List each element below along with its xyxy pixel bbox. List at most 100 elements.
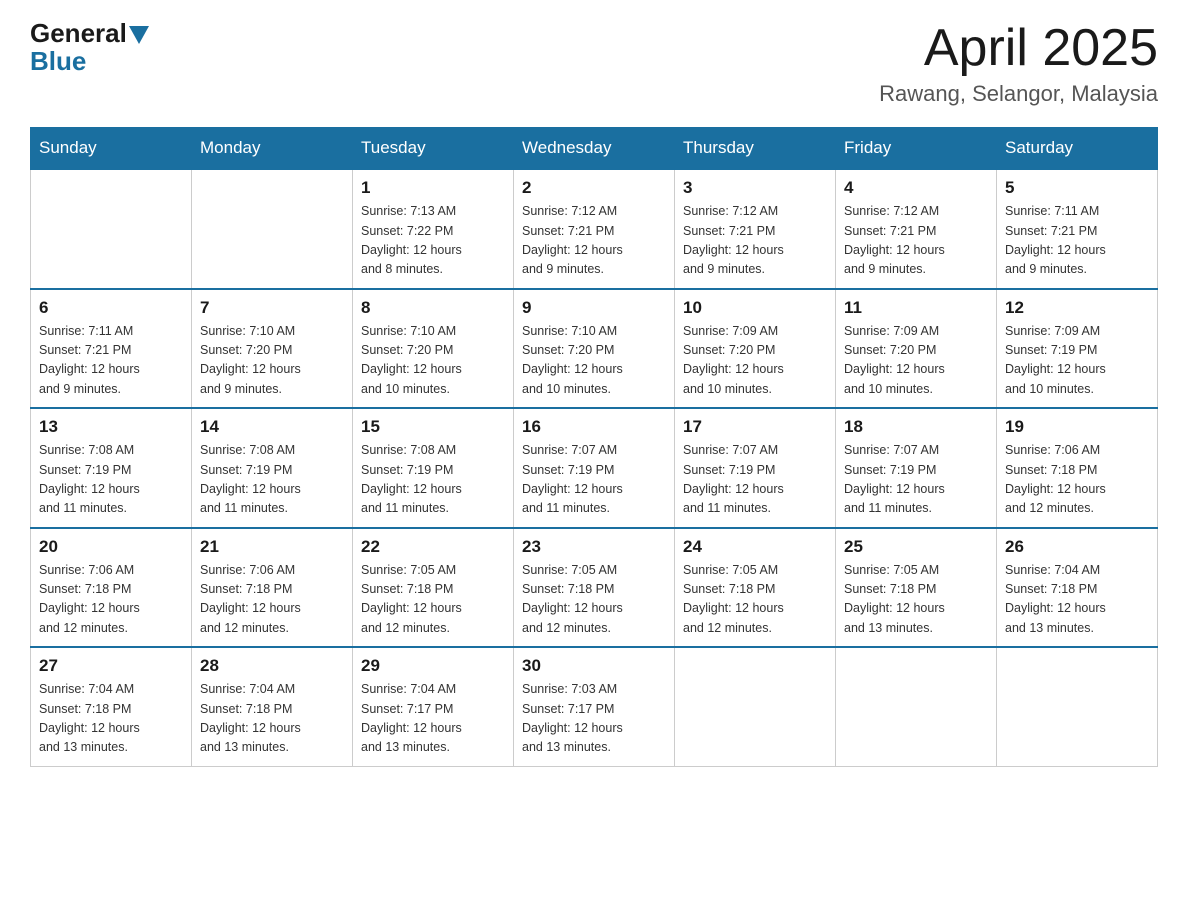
day-number: 13: [39, 417, 183, 437]
logo-general-text: General: [30, 20, 127, 46]
calendar-cell: 24 Sunrise: 7:05 AM Sunset: 7:18 PM Dayli…: [675, 528, 836, 648]
calendar-cell: 21 Sunrise: 7:06 AM Sunset: 7:18 PM Dayli…: [192, 528, 353, 648]
day-info: Sunrise: 7:12 AM Sunset: 7:21 PM Dayligh…: [522, 202, 666, 280]
day-info: Sunrise: 7:12 AM Sunset: 7:21 PM Dayligh…: [683, 202, 827, 280]
logo-blue-text: Blue: [30, 46, 86, 77]
day-info: Sunrise: 7:11 AM Sunset: 7:21 PM Dayligh…: [1005, 202, 1149, 280]
day-number: 12: [1005, 298, 1149, 318]
day-number: 30: [522, 656, 666, 676]
column-header-thursday: Thursday: [675, 128, 836, 170]
calendar-cell: 15Sunrise: 7:08 AM Sunset: 7:19 PM Dayli…: [353, 408, 514, 528]
calendar-cell: 12 Sunrise: 7:09 AM Sunset: 7:19 PM Dayli…: [997, 289, 1158, 409]
week-row-3: 13 Sunrise: 7:08 AM Sunset: 7:19 PM Dayli…: [31, 408, 1158, 528]
calendar-cell: 2 Sunrise: 7:12 AM Sunset: 7:21 PM Daylig…: [514, 169, 675, 289]
day-number: 19: [1005, 417, 1149, 437]
calendar-cell: 20 Sunrise: 7:06 AM Sunset: 7:18 PM Dayli…: [31, 528, 192, 648]
day-info: Sunrise: 7:09 AM Sunset: 7:20 PM Dayligh…: [844, 322, 988, 400]
day-info: Sunrise: 7:06 AM Sunset: 7:18 PM Dayligh…: [200, 561, 344, 639]
day-info: Sunrise: 7:08 AM Sunset: 7:19 PM Dayligh…: [361, 441, 505, 519]
calendar-cell: 6Sunrise: 7:11 AM Sunset: 7:21 PM Daylig…: [31, 289, 192, 409]
day-number: 21: [200, 537, 344, 557]
day-info: Sunrise: 7:05 AM Sunset: 7:18 PM Dayligh…: [522, 561, 666, 639]
calendar-cell: 27Sunrise: 7:04 AM Sunset: 7:18 PM Dayli…: [31, 647, 192, 766]
calendar-cell: [997, 647, 1158, 766]
calendar-cell: [836, 647, 997, 766]
calendar-cell: 1 Sunrise: 7:13 AM Sunset: 7:22 PM Daylig…: [353, 169, 514, 289]
logo: General Blue: [30, 20, 151, 77]
day-number: 22: [361, 537, 505, 557]
day-number: 2: [522, 178, 666, 198]
day-number: 4: [844, 178, 988, 198]
calendar-cell: 7 Sunrise: 7:10 AM Sunset: 7:20 PM Daylig…: [192, 289, 353, 409]
calendar-cell: 19 Sunrise: 7:06 AM Sunset: 7:18 PM Dayli…: [997, 408, 1158, 528]
calendar-cell: 16 Sunrise: 7:07 AM Sunset: 7:19 PM Dayli…: [514, 408, 675, 528]
week-row-5: 27Sunrise: 7:04 AM Sunset: 7:18 PM Dayli…: [31, 647, 1158, 766]
day-info: Sunrise: 7:07 AM Sunset: 7:19 PM Dayligh…: [683, 441, 827, 519]
calendar-cell: 17 Sunrise: 7:07 AM Sunset: 7:19 PM Dayli…: [675, 408, 836, 528]
day-number: 20: [39, 537, 183, 557]
day-info: Sunrise: 7:09 AM Sunset: 7:20 PM Dayligh…: [683, 322, 827, 400]
day-number: 10: [683, 298, 827, 318]
day-number: 16: [522, 417, 666, 437]
day-info: Sunrise: 7:04 AM Sunset: 7:18 PM Dayligh…: [200, 680, 344, 758]
day-info: Sunrise: 7:10 AM Sunset: 7:20 PM Dayligh…: [361, 322, 505, 400]
day-number: 26: [1005, 537, 1149, 557]
day-info: Sunrise: 7:04 AM Sunset: 7:18 PM Dayligh…: [1005, 561, 1149, 639]
column-header-friday: Friday: [836, 128, 997, 170]
column-header-tuesday: Tuesday: [353, 128, 514, 170]
column-header-wednesday: Wednesday: [514, 128, 675, 170]
calendar-cell: 23 Sunrise: 7:05 AM Sunset: 7:18 PM Dayli…: [514, 528, 675, 648]
day-number: 14: [200, 417, 344, 437]
day-info: Sunrise: 7:03 AM Sunset: 7:17 PM Dayligh…: [522, 680, 666, 758]
day-info: Sunrise: 7:06 AM Sunset: 7:18 PM Dayligh…: [39, 561, 183, 639]
day-info: Sunrise: 7:05 AM Sunset: 7:18 PM Dayligh…: [844, 561, 988, 639]
calendar-cell: 11 Sunrise: 7:09 AM Sunset: 7:20 PM Dayli…: [836, 289, 997, 409]
day-info: Sunrise: 7:12 AM Sunset: 7:21 PM Dayligh…: [844, 202, 988, 280]
calendar-header-row: SundayMondayTuesdayWednesdayThursdayFrid…: [31, 128, 1158, 170]
day-number: 25: [844, 537, 988, 557]
day-number: 17: [683, 417, 827, 437]
calendar-cell: 14 Sunrise: 7:08 AM Sunset: 7:19 PM Dayli…: [192, 408, 353, 528]
day-number: 9: [522, 298, 666, 318]
day-number: 11: [844, 298, 988, 318]
day-number: 24: [683, 537, 827, 557]
calendar-cell: 4 Sunrise: 7:12 AM Sunset: 7:21 PM Daylig…: [836, 169, 997, 289]
day-number: 23: [522, 537, 666, 557]
day-number: 29: [361, 656, 505, 676]
day-info: Sunrise: 7:05 AM Sunset: 7:18 PM Dayligh…: [361, 561, 505, 639]
day-info: Sunrise: 7:13 AM Sunset: 7:22 PM Dayligh…: [361, 202, 505, 280]
day-info: Sunrise: 7:08 AM Sunset: 7:19 PM Dayligh…: [39, 441, 183, 519]
day-number: 5: [1005, 178, 1149, 198]
day-info: Sunrise: 7:10 AM Sunset: 7:20 PM Dayligh…: [522, 322, 666, 400]
calendar-cell: 13 Sunrise: 7:08 AM Sunset: 7:19 PM Dayli…: [31, 408, 192, 528]
day-number: 7: [200, 298, 344, 318]
day-number: 18: [844, 417, 988, 437]
week-row-2: 6Sunrise: 7:11 AM Sunset: 7:21 PM Daylig…: [31, 289, 1158, 409]
column-header-monday: Monday: [192, 128, 353, 170]
day-info: Sunrise: 7:05 AM Sunset: 7:18 PM Dayligh…: [683, 561, 827, 639]
day-info: Sunrise: 7:09 AM Sunset: 7:19 PM Dayligh…: [1005, 322, 1149, 400]
calendar-cell: 22 Sunrise: 7:05 AM Sunset: 7:18 PM Dayli…: [353, 528, 514, 648]
location-text: Rawang, Selangor, Malaysia: [879, 81, 1158, 107]
column-header-saturday: Saturday: [997, 128, 1158, 170]
calendar-cell: 29 Sunrise: 7:04 AM Sunset: 7:17 PM Dayli…: [353, 647, 514, 766]
day-info: Sunrise: 7:07 AM Sunset: 7:19 PM Dayligh…: [522, 441, 666, 519]
month-title: April 2025: [879, 20, 1158, 77]
calendar-cell: 25 Sunrise: 7:05 AM Sunset: 7:18 PM Dayli…: [836, 528, 997, 648]
column-header-sunday: Sunday: [31, 128, 192, 170]
day-info: Sunrise: 7:11 AM Sunset: 7:21 PM Dayligh…: [39, 322, 183, 400]
calendar-cell: 28 Sunrise: 7:04 AM Sunset: 7:18 PM Dayli…: [192, 647, 353, 766]
calendar-cell: 10 Sunrise: 7:09 AM Sunset: 7:20 PM Dayli…: [675, 289, 836, 409]
day-info: Sunrise: 7:07 AM Sunset: 7:19 PM Dayligh…: [844, 441, 988, 519]
calendar-cell: 9 Sunrise: 7:10 AM Sunset: 7:20 PM Daylig…: [514, 289, 675, 409]
day-number: 28: [200, 656, 344, 676]
day-number: 1: [361, 178, 505, 198]
calendar-cell: 8Sunrise: 7:10 AM Sunset: 7:20 PM Daylig…: [353, 289, 514, 409]
day-info: Sunrise: 7:06 AM Sunset: 7:18 PM Dayligh…: [1005, 441, 1149, 519]
day-info: Sunrise: 7:04 AM Sunset: 7:17 PM Dayligh…: [361, 680, 505, 758]
calendar-table: SundayMondayTuesdayWednesdayThursdayFrid…: [30, 127, 1158, 767]
logo-triangle-icon: [129, 26, 149, 44]
calendar-cell: 5 Sunrise: 7:11 AM Sunset: 7:21 PM Daylig…: [997, 169, 1158, 289]
day-info: Sunrise: 7:10 AM Sunset: 7:20 PM Dayligh…: [200, 322, 344, 400]
day-info: Sunrise: 7:08 AM Sunset: 7:19 PM Dayligh…: [200, 441, 344, 519]
